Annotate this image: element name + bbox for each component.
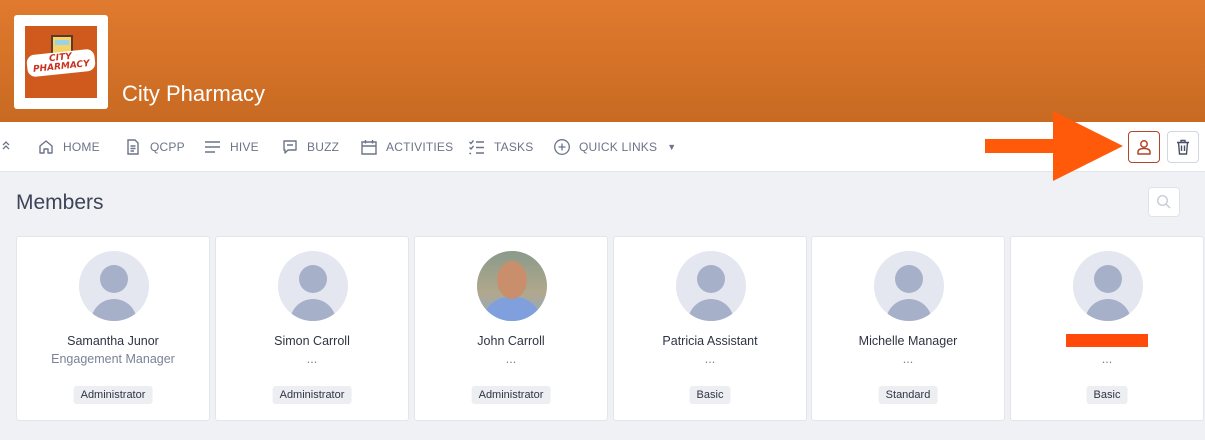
header-banner: CITY PHARMACY City Pharmacy (0, 0, 1205, 122)
user-button[interactable] (1128, 131, 1160, 163)
avatar-placeholder-icon (676, 251, 746, 321)
member-card[interactable]: John Carroll ... Administrator (414, 236, 608, 421)
nav-qcpp[interactable]: QCPP (124, 122, 185, 172)
avatar-placeholder-icon (1073, 251, 1143, 321)
role-badge: Administrator (471, 386, 551, 404)
nav-buzz-label: BUZZ (307, 140, 340, 154)
logo-background: CITY PHARMACY (25, 26, 97, 98)
trash-icon (1177, 139, 1189, 155)
nav-hive[interactable]: HIVE (204, 122, 259, 172)
member-card[interactable]: Simon Carroll ... Administrator (215, 236, 409, 421)
nav-home-label: HOME (63, 140, 100, 154)
calendar-icon (361, 140, 377, 155)
pharmacy-logo[interactable]: CITY PHARMACY (14, 15, 108, 109)
user-icon (1137, 140, 1151, 155)
caret-down-icon: ▼ (667, 142, 677, 152)
lines-icon (205, 141, 220, 153)
role-badge: Administrator (272, 386, 352, 404)
avatar-placeholder-icon (278, 251, 348, 321)
nav-tasks[interactable]: TASKS (468, 122, 533, 172)
role-badge: Basic (689, 386, 731, 404)
member-name: John Carroll (477, 334, 545, 348)
nav-qcpp-label: QCPP (150, 140, 185, 154)
chat-icon (283, 140, 297, 154)
nav-activities[interactable]: ACTIVITIES (360, 122, 453, 172)
brand-name: City Pharmacy (122, 81, 266, 106)
plus-circle-icon (554, 139, 570, 155)
avatar-placeholder-icon (79, 251, 149, 321)
nav-activities-label: ACTIVITIES (386, 140, 454, 154)
avatar-placeholder-icon (874, 251, 944, 321)
nav-hive-label: HIVE (230, 140, 259, 154)
member-card[interactable]: Patricia Assistant ... Basic (613, 236, 807, 421)
member-title: ... (1101, 352, 1113, 366)
member-title: ... (902, 352, 914, 366)
member-name: Simon Carroll (274, 334, 350, 348)
member-card[interactable]: Michelle Manager ... Standard (811, 236, 1005, 421)
role-badge: Standard (878, 386, 938, 404)
role-badge: Basic (1086, 386, 1128, 404)
member-name: Michelle Manager (858, 334, 958, 348)
nav-quick-links-label: QUICK LINKS (579, 140, 658, 154)
logo-text: CITY PHARMACY (26, 48, 96, 78)
nav-tasks-label: TASKS (494, 140, 534, 154)
annotation-arrow (985, 111, 1123, 181)
member-title: ... (505, 352, 517, 366)
search-button[interactable] (1148, 187, 1180, 217)
member-name: Samantha Junor (67, 334, 159, 348)
redacted-name (1066, 334, 1148, 347)
role-badge: Administrator (73, 386, 153, 404)
nav-home[interactable]: HOME (37, 122, 100, 172)
page-title: Members (16, 191, 104, 214)
home-icon (39, 140, 53, 154)
member-name: Patricia Assistant (662, 334, 758, 348)
nav-quick-links[interactable]: QUICK LINKS ▼ (553, 122, 676, 172)
trash-button[interactable] (1167, 131, 1199, 163)
member-title: ... (306, 352, 318, 366)
member-card[interactable]: ... Basic (1010, 236, 1204, 421)
member-title: ... (704, 352, 716, 366)
member-card[interactable]: Samantha Junor Engagement Manager Admini… (16, 236, 210, 421)
nav-buzz[interactable]: BUZZ (281, 122, 339, 172)
search-icon (1156, 194, 1171, 209)
avatar-photo (477, 251, 547, 321)
double-chevron-up-icon[interactable] (2, 139, 10, 154)
document-icon (127, 139, 139, 155)
checklist-icon (469, 140, 484, 155)
member-title: Engagement Manager (51, 352, 175, 366)
